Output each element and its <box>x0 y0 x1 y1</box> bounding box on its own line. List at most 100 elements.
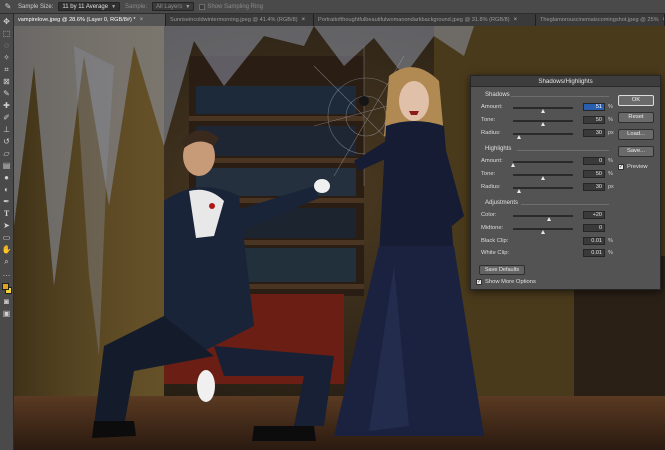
document-tab-bar: vampirelove.jpeg @ 28.6% (Layer 0, RGB/8… <box>14 14 665 26</box>
healing-brush-icon[interactable]: ✚ <box>1 100 13 112</box>
rectangle-tool-icon[interactable]: ▭ <box>1 232 13 244</box>
color-row: Color: +20 <box>479 211 611 221</box>
black-clip-input[interactable]: 0.01 <box>583 237 605 245</box>
slider-thumb[interactable] <box>516 135 521 139</box>
black-clip-row: Black Clip: 0.01 % <box>479 237 613 247</box>
more-tools-icon[interactable]: … <box>1 268 13 280</box>
slider-thumb[interactable] <box>540 122 545 126</box>
eyedropper-tool-icon[interactable]: ✎ <box>3 2 13 12</box>
midtone-row: Midtone: 0 <box>479 224 611 234</box>
document-tab[interactable]: Portraitofthoughtfulbeautifulwomanondark… <box>314 14 536 26</box>
highlights-radius-slider[interactable] <box>513 187 573 189</box>
options-bar: ✎ Sample Size: 11 by 11 Average ▼ Sample:… <box>0 0 665 14</box>
save-defaults-button[interactable]: Save Defaults <box>479 265 525 275</box>
slider-thumb[interactable] <box>540 176 545 180</box>
midtone-input[interactable]: 0 <box>583 224 605 232</box>
slider-thumb[interactable] <box>541 109 546 113</box>
shadows-group-label: Shadows <box>485 92 510 98</box>
white-clip-input[interactable]: 0.01 <box>583 249 605 257</box>
eyedropper-icon[interactable]: ✎ <box>1 88 13 100</box>
shadows-radius-slider[interactable] <box>513 133 573 135</box>
close-icon[interactable]: × <box>140 17 144 23</box>
checkbox-box <box>199 3 206 10</box>
color-slider[interactable] <box>513 215 573 217</box>
show-sampling-ring-label: Show Sampling Ring <box>207 3 264 10</box>
highlights-tone-input[interactable]: 50 <box>583 170 605 178</box>
quick-select-tool-icon[interactable]: ✧ <box>1 52 13 64</box>
shadows-tone-input[interactable]: 50 <box>583 116 605 124</box>
highlights-radius-input[interactable]: 30 <box>583 183 605 191</box>
dodge-tool-icon[interactable]: ◐ <box>1 184 13 196</box>
document-tab[interactable]: Theglamorouscinemaiscomingshot.jpeg @ 25… <box>536 14 665 26</box>
sample-size-label: Sample Size: <box>18 3 54 10</box>
slider-label: Color: <box>481 212 497 218</box>
tab-label: vampirelove.jpeg @ 28.6% (Layer 0, RGB/8… <box>18 17 136 23</box>
sample-value: All Layers <box>156 3 183 10</box>
gradient-tool-icon[interactable]: ▤ <box>1 160 13 172</box>
shadows-highlights-dialog: Shadows/Highlights Shadows Amount: 51 % … <box>470 75 661 290</box>
move-tool-icon[interactable]: ✥ <box>1 16 13 28</box>
frame-tool-icon[interactable]: ⊠ <box>1 76 13 88</box>
show-sampling-ring-checkbox[interactable]: Show Sampling Ring <box>199 3 264 10</box>
slider-label: Amount: <box>481 158 503 164</box>
document-tab[interactable]: Sunriseincoldwintermorning.jpeg @ 41.4% … <box>166 14 314 26</box>
preview-checkbox[interactable]: ✓ Preview <box>618 164 648 170</box>
save-button[interactable]: Save... <box>618 146 654 157</box>
show-more-options-label: Show More Options <box>485 279 536 285</box>
path-select-icon[interactable]: ➤ <box>1 220 13 232</box>
shadows-radius-input[interactable]: 30 <box>583 129 605 137</box>
slider-thumb[interactable] <box>540 230 545 234</box>
stamp-tool-icon[interactable]: ⊥ <box>1 124 13 136</box>
shadows-amount-input[interactable]: 51 <box>583 103 605 111</box>
slider-label: Midtone: <box>481 225 504 231</box>
sample-select[interactable]: All Layers ▼ <box>152 2 195 11</box>
foreground-color-swatch[interactable] <box>1 283 9 290</box>
lasso-tool-icon[interactable]: ◌ <box>1 40 13 52</box>
highlights-group-label: Highlights <box>485 146 512 152</box>
unit-label: px <box>608 184 614 190</box>
quick-mask-icon[interactable]: ◙ <box>1 296 13 308</box>
dialog-title[interactable]: Shadows/Highlights <box>471 76 660 87</box>
unit-label: % <box>608 250 613 256</box>
brush-tool-icon[interactable]: ✐ <box>1 112 13 124</box>
slider-thumb[interactable] <box>510 163 515 167</box>
tools-panel: ✥ ⬚ ◌ ✧ ⌗ ⊠ ✎ ✚ ✐ ⊥ ↺ ▱ ▤ ● ◐ ✒ T ➤ ▭ ✋ … <box>0 14 14 450</box>
zoom-tool-icon[interactable]: ⌕ <box>1 256 13 268</box>
ok-button[interactable]: OK <box>618 95 654 106</box>
group-divider <box>517 150 609 151</box>
unit-label: % <box>608 171 613 177</box>
history-brush-icon[interactable]: ↺ <box>1 136 13 148</box>
load-button[interactable]: Load... <box>618 129 654 140</box>
reset-button[interactable]: Reset <box>618 112 654 123</box>
unit-label: px <box>608 130 614 136</box>
slider-thumb[interactable] <box>546 217 551 221</box>
screen-mode-icon[interactable]: ▣ <box>1 308 13 320</box>
check-icon: ✓ <box>618 164 624 170</box>
document-tab[interactable]: vampirelove.jpeg @ 28.6% (Layer 0, RGB/8… <box>14 14 166 26</box>
hand-tool-icon[interactable]: ✋ <box>1 244 13 256</box>
color-swatches[interactable] <box>1 282 13 296</box>
sample-size-select[interactable]: 11 by 11 Average ▼ <box>58 2 121 11</box>
pen-tool-icon[interactable]: ✒ <box>1 196 13 208</box>
slider-thumb[interactable] <box>516 189 521 193</box>
show-more-options-checkbox[interactable]: ✓ Show More Options <box>476 279 536 285</box>
highlights-amount-input[interactable]: 0 <box>583 157 605 165</box>
white-clip-row: White Clip: 0.01 % <box>479 249 613 259</box>
color-input[interactable]: +20 <box>583 211 605 219</box>
chevron-down-icon: ▼ <box>111 3 117 10</box>
blur-tool-icon[interactable]: ● <box>1 172 13 184</box>
unit-label: % <box>608 158 613 164</box>
crop-tool-icon[interactable]: ⌗ <box>1 64 13 76</box>
check-icon: ✓ <box>476 279 482 285</box>
type-tool-icon[interactable]: T <box>1 208 13 220</box>
highlights-amount-slider[interactable] <box>513 161 573 163</box>
spider <box>359 96 369 106</box>
tab-label: Sunriseincoldwintermorning.jpeg @ 41.4% … <box>170 17 298 23</box>
field-label: White Clip: <box>481 250 510 256</box>
close-icon[interactable]: × <box>302 17 306 23</box>
eraser-tool-icon[interactable]: ▱ <box>1 148 13 160</box>
marquee-tool-icon[interactable]: ⬚ <box>1 28 13 40</box>
sample-size-value: 11 by 11 Average <box>62 3 109 10</box>
shadows-amount-row: Amount: 51 % <box>479 103 613 113</box>
close-icon[interactable]: × <box>514 17 518 23</box>
